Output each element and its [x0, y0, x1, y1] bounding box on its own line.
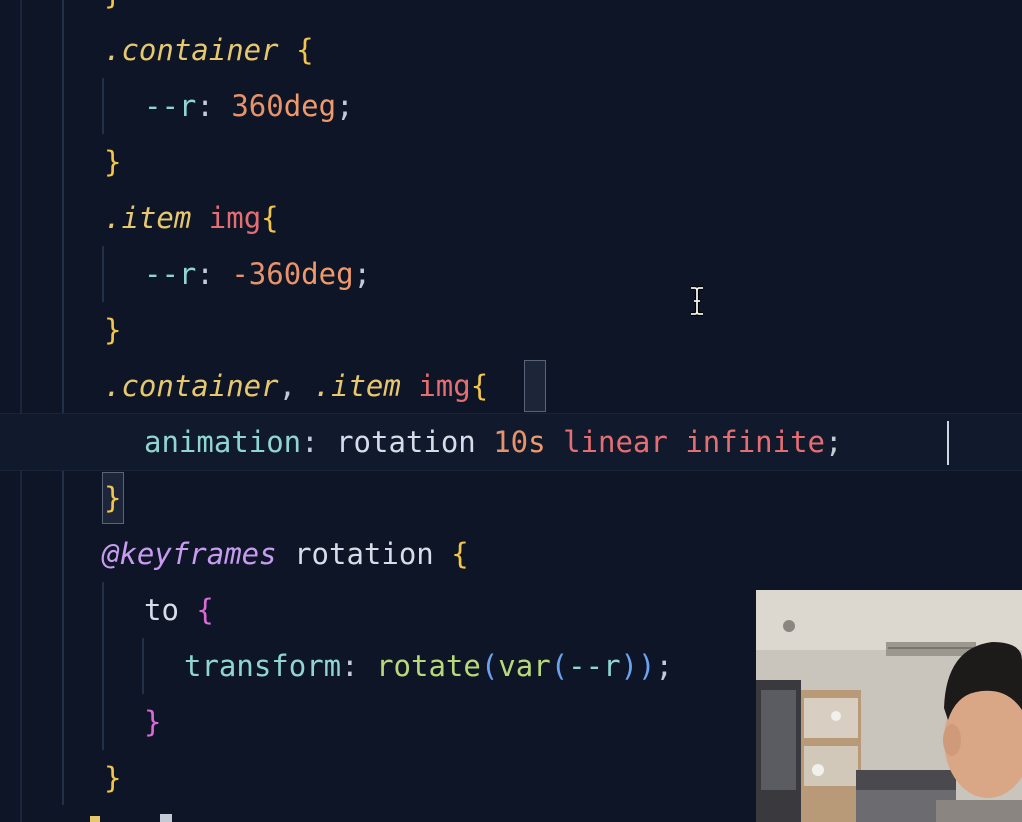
code-line[interactable]: @keyframes rotation { [102, 526, 469, 582]
code-token: } [104, 0, 121, 11]
code-line[interactable]: --r: 360deg; [144, 78, 354, 134]
code-token: 10 [493, 425, 529, 459]
code-line[interactable]: --r: -360deg; [144, 246, 371, 302]
indent-guide [142, 638, 144, 694]
code-token: rotation [336, 425, 476, 459]
code-line[interactable]: } [104, 302, 121, 358]
indent-guide [102, 582, 104, 750]
code-token: { [470, 369, 489, 403]
code-token: { [261, 201, 279, 235]
indent-guide [102, 246, 104, 302]
code-line[interactable]: to { [144, 582, 214, 638]
code-token: { [296, 33, 314, 67]
code-line[interactable]: } [104, 470, 121, 526]
code-token: deg [283, 89, 337, 123]
code-token: --r [568, 649, 621, 683]
code-token: transform [184, 649, 342, 683]
code-line[interactable]: } [144, 694, 161, 750]
indent-guide [20, 0, 22, 822]
code-token: to [144, 593, 179, 627]
indent-guide [102, 78, 104, 134]
code-line[interactable]: animation: rotation 10s linear infinite; [144, 414, 842, 470]
code-token: .container [104, 33, 279, 67]
code-token: infinite [685, 425, 825, 459]
code-token: linear [563, 425, 668, 459]
code-token: { [196, 593, 214, 627]
text-caret [947, 421, 949, 465]
code-token: ) [620, 649, 639, 683]
code-token: img [208, 201, 262, 235]
code-token: ; [336, 89, 354, 123]
code-line[interactable]: } [104, 750, 121, 806]
ibeam-cursor-icon [691, 286, 703, 316]
code-token: img [418, 369, 471, 403]
code-token: ; [353, 257, 372, 291]
code-token: { [451, 537, 469, 571]
code-token: ; [825, 425, 843, 459]
webcam-overlay [756, 590, 1022, 822]
code-token: .item [313, 369, 401, 403]
code-token: -360 [231, 257, 302, 291]
code-token: var [498, 649, 551, 683]
code-token: } [104, 761, 122, 795]
code-token: deg [301, 257, 354, 291]
code-line[interactable]: .item img{ [104, 190, 279, 246]
code-token: : [196, 89, 232, 123]
code-line[interactable]: transform: rotate(var(--r)); [184, 638, 673, 694]
code-token: 360 [231, 89, 284, 123]
code-token: ) [638, 649, 656, 683]
bracket-match-highlight [524, 360, 546, 412]
webcam-video-frame [756, 590, 1022, 822]
code-token: s [528, 425, 546, 459]
code-token: --r [144, 89, 197, 123]
code-token: } [104, 313, 122, 347]
partial-code-line [90, 814, 172, 822]
code-token: ( [550, 649, 569, 683]
code-token: : [341, 649, 377, 683]
code-token: .item [104, 201, 192, 235]
code-line[interactable]: } [104, 0, 121, 22]
code-token: --r [144, 257, 197, 291]
code-token: , [278, 369, 314, 403]
code-token: animation [144, 425, 302, 459]
code-token: ( [480, 649, 499, 683]
code-token: rotate [376, 649, 481, 683]
code-line[interactable]: } [104, 134, 121, 190]
code-token: ; [655, 649, 673, 683]
code-token: : [196, 257, 232, 291]
code-line[interactable]: .container, .item img{ [104, 358, 488, 414]
code-token: : [301, 425, 337, 459]
code-editor[interactable]: } .container { --r: 360deg; } .item img{… [0, 0, 1022, 822]
code-token: @keyframes [102, 537, 277, 571]
indent-guide [62, 0, 64, 805]
code-token: } [104, 481, 122, 515]
code-token: .container [104, 369, 279, 403]
code-token: rotation [294, 537, 434, 571]
code-token: } [144, 705, 162, 739]
ceiling-light [783, 620, 795, 632]
code-token: } [104, 145, 122, 179]
code-line[interactable]: .container { [104, 22, 314, 78]
